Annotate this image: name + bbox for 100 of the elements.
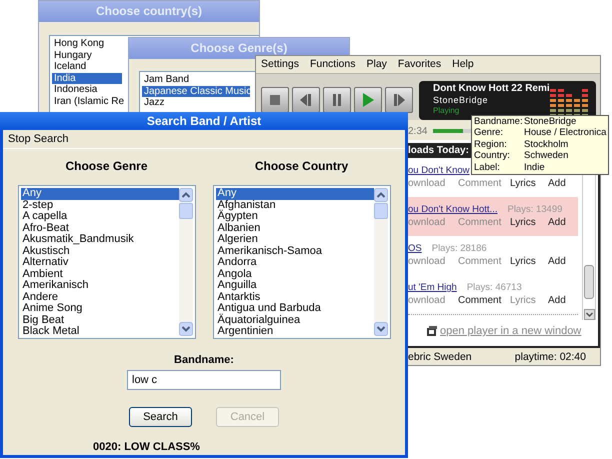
- action-link[interactable]: Add: [548, 177, 566, 190]
- list-item[interactable]: Any: [20, 188, 178, 200]
- playback-status: Playing: [433, 106, 460, 114]
- play-count: Plays: 28186: [432, 242, 487, 255]
- window-title: Choose country(s): [39, 1, 259, 22]
- action-link[interactable]: Comment: [458, 294, 510, 307]
- list-item[interactable]: Black Metal: [20, 326, 178, 338]
- list-item[interactable]: Hungary: [52, 50, 122, 61]
- next-button[interactable]: [385, 87, 413, 113]
- scroll-up-icon: [374, 188, 388, 202]
- menu-item[interactable]: Functions: [310, 58, 356, 71]
- section-heading: Choose Country: [254, 159, 348, 175]
- list-item[interactable]: Albanien: [216, 222, 374, 234]
- bandname-field[interactable]: low c: [127, 370, 281, 390]
- list-item[interactable]: Antarktis: [216, 292, 374, 303]
- action-link[interactable]: Comment: [458, 255, 510, 268]
- menu-item[interactable]: Stop Search: [8, 133, 69, 145]
- list-item[interactable]: Antigua und Barbuda: [216, 303, 374, 314]
- track-link[interactable]: ut 'Em High: [408, 281, 457, 294]
- tooltip-label: Label:: [474, 162, 501, 174]
- scroll-down-icon: [374, 322, 388, 336]
- tooltip-value: Indie: [524, 162, 546, 174]
- play-button[interactable]: [354, 87, 382, 113]
- list-item[interactable]: Afghanistan: [216, 200, 374, 211]
- artist-name: StoneBridge: [433, 94, 490, 106]
- list-item[interactable]: Japanese Classic Music: [142, 86, 250, 97]
- elapsed-time: 2:34: [408, 126, 428, 136]
- play-count: Plays: 46713: [466, 281, 522, 294]
- previous-button[interactable]: [292, 87, 320, 113]
- list-item[interactable]: Anguilla: [216, 280, 374, 292]
- action-link[interactable]: Lyrics: [510, 216, 548, 229]
- scroll-up-icon: [178, 188, 192, 202]
- open-player-link[interactable]: open player in a new window: [440, 325, 582, 337]
- action-link[interactable]: ownload: [408, 255, 458, 268]
- list-item[interactable]: Anime Song: [20, 303, 178, 314]
- list-item[interactable]: Jazz: [142, 97, 250, 108]
- list-item[interactable]: A capella: [20, 211, 178, 222]
- action-link[interactable]: Add: [548, 216, 566, 229]
- action-link[interactable]: Lyrics: [510, 177, 548, 190]
- menu-item[interactable]: Play: [366, 58, 387, 71]
- scroll-thumb[interactable]: [178, 203, 192, 219]
- track-link[interactable]: ou Don't Know: [408, 164, 470, 177]
- list-item[interactable]: Afro-Beat: [20, 222, 178, 234]
- scroll-thumb[interactable]: [584, 265, 594, 299]
- action-link[interactable]: ownload: [408, 177, 458, 190]
- pause-button[interactable]: [323, 87, 351, 113]
- menu-item[interactable]: Favorites: [398, 58, 442, 71]
- tooltip-value: House / Electronica: [524, 127, 606, 139]
- list-item[interactable]: Ambient: [20, 268, 178, 280]
- list-item[interactable]: Algerien: [216, 234, 374, 246]
- list-item[interactable]: Amerikanisch-Samoa: [216, 246, 374, 257]
- list-item[interactable]: Argentinien: [216, 326, 374, 338]
- list-item[interactable]: Angola: [216, 268, 374, 280]
- section-heading: Choose Genre: [65, 159, 148, 175]
- action-link[interactable]: Lyrics: [510, 255, 548, 268]
- action-link[interactable]: ownload: [408, 294, 458, 307]
- track-title: Dont Know Hott 22 Remi: [433, 82, 550, 94]
- stop-button[interactable]: [261, 87, 289, 113]
- menu-item[interactable]: Settings: [261, 58, 299, 71]
- list-item[interactable]: Amerikanisch: [20, 280, 178, 292]
- list-item[interactable]: Hong Kong: [52, 38, 122, 50]
- scrollbar[interactable]: [374, 188, 388, 336]
- list-item[interactable]: Jam Band: [142, 74, 250, 86]
- list-item[interactable]: India: [52, 72, 122, 84]
- action-link[interactable]: Add: [548, 294, 566, 307]
- result-text: 0020: LOW CLASS%: [93, 441, 200, 453]
- scroll-down-icon: [178, 322, 192, 336]
- window-title: Choose Genre(s): [129, 38, 349, 59]
- tooltip-label: Genre:: [474, 127, 504, 139]
- action-link[interactable]: Comment: [458, 177, 510, 190]
- list-item[interactable]: Ägypten: [216, 211, 374, 222]
- list-item[interactable]: Andorra: [216, 257, 374, 268]
- list-item[interactable]: Alternativ: [20, 257, 178, 268]
- list-item[interactable]: Iceland: [52, 61, 122, 72]
- scroll-thumb[interactable]: [374, 203, 388, 219]
- dialog-button[interactable]: Search: [129, 407, 192, 427]
- action-link[interactable]: Lyrics: [510, 294, 548, 307]
- scrollbar[interactable]: [178, 188, 192, 336]
- tooltip-label: Bandname:: [474, 116, 524, 128]
- list-item[interactable]: Andere: [20, 292, 178, 303]
- list-item[interactable]: Big Beat: [20, 314, 178, 326]
- scroll-down-icon: [584, 309, 594, 320]
- track-link[interactable]: OS: [408, 242, 422, 255]
- list-item[interactable]: Iran (Islamic Re: [52, 96, 122, 107]
- field-label: Bandname:: [174, 354, 234, 366]
- tooltip-value: StoneBridge: [524, 116, 578, 128]
- playtime-text: playtime: 02:40: [514, 350, 586, 362]
- list-item[interactable]: Akusmatik_Bandmusik: [20, 234, 178, 246]
- list-item[interactable]: Äquatorialguinea: [216, 314, 374, 326]
- list-item[interactable]: 2-step: [20, 200, 178, 211]
- track-link[interactable]: ou Don't Know Hott...: [408, 203, 498, 216]
- play-count: Plays: 13499: [507, 203, 562, 216]
- list-item[interactable]: Any: [216, 188, 374, 200]
- list-item[interactable]: Akustisch: [20, 246, 178, 257]
- menu-item[interactable]: Help: [452, 58, 474, 71]
- list-box[interactable]: Any Afghanistan Ägypten Albanien Algerien Amerikanisch-Samoa Andorra Angola Anguilla Antarktis Antigua und Barbuda Äquatorialguinea Argentinien: [212, 185, 390, 339]
- action-link[interactable]: Add: [548, 255, 566, 268]
- window-icon: [427, 326, 437, 336]
- list-box[interactable]: Any 2-step A capella Afro-Beat Akusmatik_Bandmusik Akustisch Alternativ Ambient Amerikanisch Andere Anime Song Big Beat Black Metal: [18, 185, 196, 339]
- list-item[interactable]: Indonesia: [52, 84, 122, 96]
